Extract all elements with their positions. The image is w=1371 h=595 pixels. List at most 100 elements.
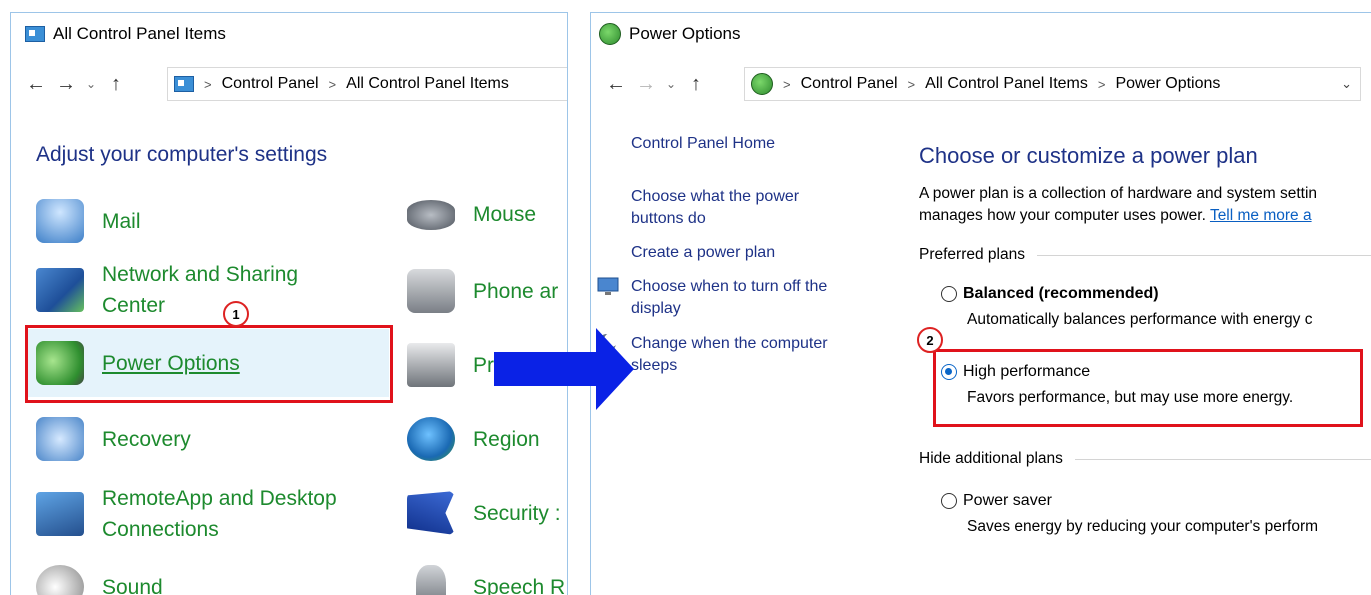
recent-locations-chevron-icon[interactable]: ⌄ — [661, 77, 681, 91]
item-label: Phone ar — [473, 279, 559, 303]
sidebar-control-panel-home[interactable]: Control Panel Home — [631, 133, 775, 155]
hide-additional-plans-header[interactable]: Hide additional plans — [919, 450, 1371, 468]
monitor-icon — [597, 277, 619, 295]
control-panel-icon — [25, 26, 45, 42]
sidebar-link-power-buttons[interactable]: Choose what the power buttons do — [631, 186, 799, 230]
annotation-arrow-icon — [494, 328, 634, 410]
item-security[interactable]: Security : — [407, 491, 561, 535]
link-line1: Choose what the power — [631, 188, 800, 205]
annotation-highlight-box — [25, 325, 393, 403]
page-heading: Choose or customize a power plan — [919, 143, 1258, 168]
item-speech[interactable]: Speech R — [407, 565, 565, 595]
power-options-window: Power Options ← → ⌄ ↑ > Control Panel > … — [590, 12, 1371, 595]
back-arrow-icon[interactable]: ← — [21, 73, 51, 96]
address-dropdown-chevron-icon[interactable]: ⌄ — [1341, 76, 1352, 92]
chevron-right-icon: > — [328, 76, 337, 92]
page-description: A power plan is a collection of hardware… — [919, 183, 1317, 227]
programs-icon — [407, 343, 455, 387]
item-label: Sound — [102, 575, 163, 595]
phone-icon — [407, 269, 455, 313]
navigation-bar: ← → ⌄ ↑ > Control Panel > All Control Pa… — [591, 63, 1371, 105]
plan-balanced: Balanced (recommended) Automatically bal… — [941, 285, 1312, 329]
chevron-right-icon: > — [907, 76, 916, 92]
control-panel-icon — [174, 76, 194, 92]
plan-power-saver: Power saver Saves energy by reducing you… — [941, 492, 1318, 536]
step-badge: 2 — [917, 327, 943, 353]
address-bar[interactable]: > Control Panel > All Control Panel Item… — [167, 67, 567, 101]
item-label-line2: Center — [102, 294, 166, 317]
address-bar[interactable]: > Control Panel > All Control Panel Item… — [744, 67, 1361, 101]
region-icon — [407, 417, 455, 461]
step-badge: 1 — [223, 301, 249, 327]
chevron-right-icon: > — [204, 76, 212, 92]
up-arrow-icon[interactable]: ↑ — [681, 73, 711, 96]
plan-description: Automatically balances performance with … — [967, 311, 1313, 328]
item-remoteapp[interactable]: RemoteApp and Desktop Connections — [36, 483, 337, 545]
item-label-line1: RemoteApp and Desktop — [102, 487, 337, 510]
plan-name[interactable]: Balanced (recommended) — [963, 285, 1159, 303]
item-label: Speech R — [473, 575, 566, 595]
link-line2: display — [631, 300, 681, 317]
speech-icon — [416, 565, 446, 595]
item-sound[interactable]: Sound — [36, 565, 163, 595]
recent-locations-chevron-icon[interactable]: ⌄ — [81, 77, 101, 91]
item-label-line2: Connections — [102, 518, 219, 541]
power-options-icon — [751, 73, 773, 95]
item-network-sharing[interactable]: Network and Sharing Center — [36, 259, 298, 321]
item-phone-modem[interactable]: Phone ar — [407, 269, 558, 313]
breadcrumb-control-panel[interactable]: Control Panel — [222, 75, 319, 93]
sidebar-link-sleep[interactable]: Change when the computer sleeps — [631, 333, 828, 377]
plan-name[interactable]: Power saver — [963, 492, 1052, 510]
group-label: Hide additional plans — [919, 450, 1063, 467]
mail-icon — [36, 199, 84, 243]
radio-power-saver[interactable] — [941, 493, 957, 509]
item-mail[interactable]: Mail — [36, 199, 141, 243]
tell-me-more-link[interactable]: Tell me more a — [1210, 207, 1312, 224]
recovery-icon — [36, 417, 84, 461]
description-line1: A power plan is a collection of hardware… — [919, 185, 1318, 202]
breadcrumb-power-options[interactable]: Power Options — [1115, 75, 1220, 93]
chevron-right-icon: > — [1097, 76, 1106, 92]
breadcrumb-control-panel[interactable]: Control Panel — [801, 75, 898, 93]
link-line2: sleeps — [631, 357, 678, 374]
navigation-bar: ← → ⌄ ↑ > Control Panel > All Control Pa… — [11, 63, 567, 105]
item-label: Mouse — [473, 203, 537, 226]
security-icon — [407, 491, 455, 535]
sidebar-link-create-plan[interactable]: Create a power plan — [631, 242, 775, 264]
description-line2: manages how your computer uses power. — [919, 207, 1210, 224]
item-region[interactable]: Region — [407, 417, 540, 461]
link-line2: buttons do — [631, 210, 706, 227]
window-title: All Control Panel Items — [53, 24, 226, 43]
item-label: Recovery — [102, 427, 191, 451]
up-arrow-icon[interactable]: ↑ — [101, 73, 131, 96]
title-bar: All Control Panel Items — [11, 13, 567, 55]
chevron-right-icon: > — [783, 76, 791, 92]
annotation-highlight-box — [933, 349, 1363, 427]
power-options-icon — [599, 23, 621, 45]
page-heading: Adjust your computer's settings — [36, 143, 328, 166]
item-recovery[interactable]: Recovery — [36, 417, 191, 461]
link-line1: Choose when to turn off the — [631, 278, 828, 295]
back-arrow-icon[interactable]: ← — [601, 73, 631, 96]
sound-icon — [36, 565, 84, 595]
breadcrumb-all-items[interactable]: All Control Panel Items — [925, 75, 1088, 93]
control-panel-window: All Control Panel Items ← → ⌄ ↑ > Contro… — [10, 12, 568, 595]
sidebar-link-display-off[interactable]: Choose when to turn off the display — [631, 276, 827, 320]
remoteapp-icon — [36, 492, 84, 536]
radio-balanced[interactable] — [941, 286, 957, 302]
item-mouse[interactable]: Mouse — [407, 199, 536, 230]
breadcrumb-all-items[interactable]: All Control Panel Items — [346, 75, 509, 93]
network-icon — [36, 268, 84, 312]
link-line1: Change when the computer — [631, 335, 828, 352]
divider — [1074, 458, 1371, 460]
window-title: Power Options — [629, 24, 741, 43]
title-bar: Power Options — [591, 13, 1371, 55]
item-label: RemoteApp and Desktop Connections — [102, 483, 337, 545]
group-label: Preferred plans — [919, 246, 1025, 263]
item-label: Region — [473, 427, 540, 451]
mouse-icon — [407, 199, 455, 230]
forward-arrow-icon[interactable]: → — [51, 73, 81, 96]
item-label-line1: Network and Sharing — [102, 263, 299, 286]
forward-arrow-icon[interactable]: → — [631, 73, 661, 96]
preferred-plans-header: Preferred plans — [919, 246, 1371, 264]
